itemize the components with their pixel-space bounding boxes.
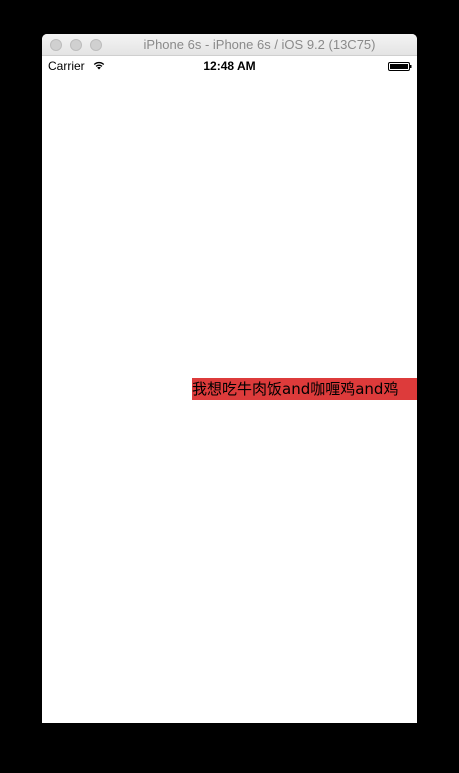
window-titlebar[interactable]: iPhone 6s - iPhone 6s / iOS 9.2 (13C75)	[42, 34, 417, 56]
minimize-window-button[interactable]	[70, 39, 82, 51]
close-window-button[interactable]	[50, 39, 62, 51]
red-text-label: 我想吃牛肉饭and咖喱鸡and鸡	[192, 378, 417, 400]
status-time: 12:48 AM	[203, 59, 256, 73]
zoom-window-button[interactable]	[90, 39, 102, 51]
app-screen: 我想吃牛肉饭and咖喱鸡and鸡	[42, 76, 417, 723]
ios-status-bar: Carrier 12:48 AM	[42, 56, 417, 76]
window-title: iPhone 6s - iPhone 6s / iOS 9.2 (13C75)	[143, 37, 376, 52]
battery-icon	[388, 62, 412, 71]
simulator-window: iPhone 6s - iPhone 6s / iOS 9.2 (13C75) …	[42, 34, 417, 723]
